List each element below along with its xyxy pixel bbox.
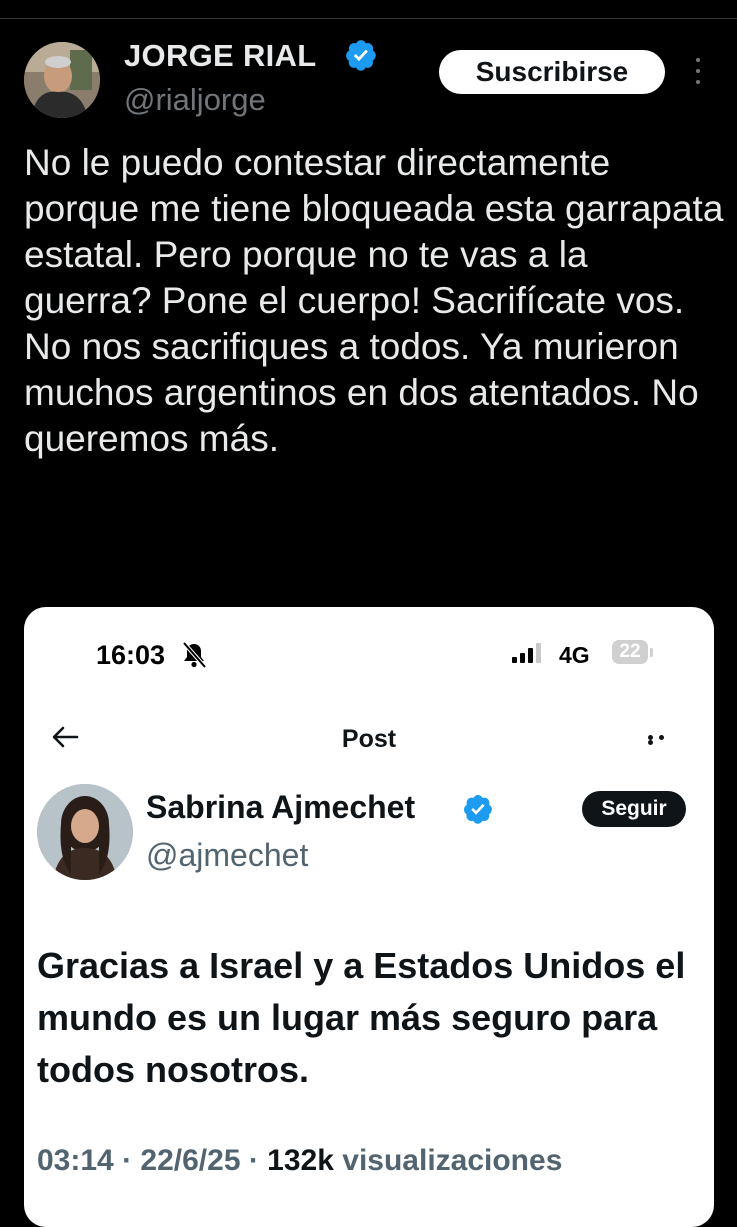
inner-author-name[interactable]: Sabrina Ajmechet: [146, 789, 415, 826]
inner-author-avatar[interactable]: [37, 784, 133, 880]
bell-muted-icon: [179, 641, 209, 669]
views-count: 132k: [267, 1144, 334, 1177]
post-meta: 03:14 · 22/6/25 · 132k visualizaciones: [37, 1144, 562, 1178]
subscribe-button[interactable]: Suscribirse: [439, 50, 665, 94]
more-options-icon[interactable]: [692, 58, 704, 88]
avatar-photo: [24, 42, 100, 118]
more-options-icon[interactable]: [648, 735, 678, 745]
author-name[interactable]: JORGE RIAL: [124, 38, 316, 74]
follow-button[interactable]: Seguir: [582, 791, 686, 827]
inner-post-text: Gracias a Israel y a Estados Unidos el m…: [37, 945, 686, 1090]
embedded-screenshot[interactable]: 16:03 4G 22 Post Sabrina Ajmechet @ajmec…: [24, 607, 714, 1227]
verified-badge-icon: [344, 38, 378, 72]
signal-bars-icon: [511, 641, 547, 665]
meta-separator: ·: [248, 1144, 268, 1177]
author-avatar[interactable]: [24, 42, 100, 118]
network-type: 4G: [559, 642, 590, 668]
top-divider: [0, 18, 737, 19]
nav-title: Post: [341, 725, 397, 753]
battery-tip: [650, 648, 653, 657]
tweet-text: No le puedo contestar directamente porqu…: [24, 142, 724, 459]
status-time: 16:03: [96, 640, 166, 670]
post-date: 22/6/25: [140, 1144, 241, 1177]
meta-separator: ·: [122, 1144, 141, 1177]
battery-icon: 22: [612, 640, 648, 664]
verified-badge-icon: [462, 793, 494, 825]
avatar-photo: [37, 784, 133, 880]
author-handle[interactable]: @rialjorge: [124, 82, 266, 118]
views-label: visualizaciones: [342, 1144, 563, 1177]
inner-author-handle[interactable]: @ajmechet: [146, 837, 308, 874]
post-time: 03:14: [37, 1144, 114, 1177]
